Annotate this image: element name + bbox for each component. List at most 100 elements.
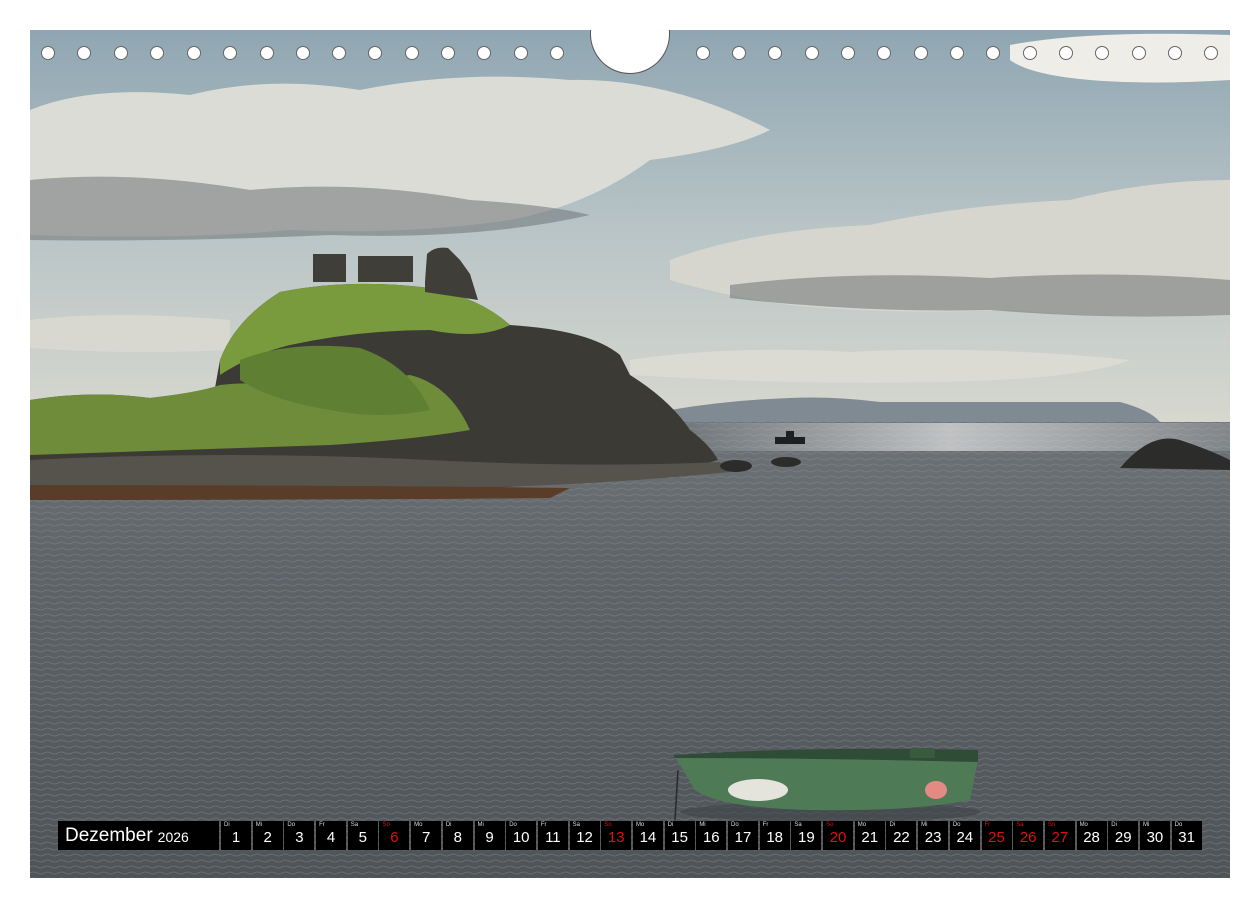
day-number: 29 <box>1114 829 1132 846</box>
day-number: 15 <box>671 829 688 846</box>
weekday-label: So <box>1047 822 1056 828</box>
weekday-label: Fr <box>540 822 547 828</box>
weekday-label: Di <box>1111 822 1117 828</box>
weekday-label: Do <box>509 822 517 828</box>
day-number: 20 <box>829 829 847 846</box>
day-cell: Di 22 <box>886 821 917 850</box>
weekday-label: Mi <box>477 822 484 828</box>
day-cell: Mi 23 <box>918 821 949 850</box>
day-cell: Do 10 <box>506 821 537 850</box>
day-number: 9 <box>485 829 494 846</box>
day-number: 25 <box>988 829 1005 846</box>
weekday-label: Do <box>731 822 739 828</box>
weekday-label: Di <box>224 822 230 828</box>
weekday-label: Mo <box>414 822 423 828</box>
day-number: 27 <box>1051 829 1069 846</box>
day-cell: So 20 <box>823 821 854 850</box>
weekday-label: Do <box>952 822 961 828</box>
day-number: 7 <box>421 829 431 846</box>
day-cell: Di 8 <box>442 821 473 850</box>
rowing-boat <box>674 748 980 822</box>
day-cell: So 6 <box>379 821 410 850</box>
day-number: 3 <box>295 829 304 846</box>
day-cell: Mo 21 <box>854 821 885 850</box>
day-number: 8 <box>453 829 462 846</box>
day-number: 12 <box>576 829 593 846</box>
day-cells: Di 1 Mi 2 Do 3 Fr 4 Sa 5 So 6 Mo 7 Di 8 Mi 9 Do 10 Fr 11 Sa 12 S… <box>221 821 1203 850</box>
month-name: Dezember <box>65 824 153 846</box>
day-number: 2 <box>263 829 272 846</box>
day-cell: Do 3 <box>284 821 315 850</box>
day-cell: Mo 7 <box>411 821 442 850</box>
day-number: 5 <box>358 829 367 846</box>
weekday-label: Di <box>889 822 896 828</box>
day-number: 19 <box>798 829 815 846</box>
weekday-label: So <box>604 822 612 828</box>
weekday-label: Sa <box>794 822 802 828</box>
day-number: 18 <box>766 829 784 846</box>
day-cell: So 13 <box>601 821 632 850</box>
day-number: 13 <box>607 829 625 846</box>
weekday-label: So <box>382 822 390 828</box>
day-cell: Mi 30 <box>1139 821 1170 850</box>
day-cell: Mo 14 <box>632 821 663 850</box>
weekday-label: Fr <box>762 822 769 828</box>
day-number: 11 <box>545 829 561 846</box>
day-cell: Fr 18 <box>759 821 790 850</box>
day-cell: Mo 28 <box>1076 821 1107 850</box>
day-cell: Do 24 <box>949 821 980 850</box>
day-cell: Sa 12 <box>569 821 600 850</box>
day-number: 26 <box>1019 829 1037 846</box>
weekday-label: Mi <box>1142 822 1150 828</box>
day-number: 22 <box>893 829 910 846</box>
weekday-label: Fr <box>984 822 991 828</box>
day-number: 21 <box>861 829 879 846</box>
day-cell: Sa 5 <box>347 821 378 850</box>
month-label: Dezember 2026 <box>58 821 219 850</box>
day-cell: Mi 16 <box>696 821 727 850</box>
day-number: 10 <box>512 829 530 846</box>
day-cell: Sa 19 <box>791 821 822 850</box>
day-cell: Sa 26 <box>1013 821 1044 850</box>
day-number: 16 <box>702 829 720 846</box>
weekday-label: Mo <box>635 822 645 828</box>
weekday-label: Do <box>1174 822 1183 828</box>
day-cell: Di 29 <box>1108 821 1139 850</box>
day-cell: Di 15 <box>664 821 695 850</box>
day-cell: Fr 4 <box>316 821 347 850</box>
day-number: 30 <box>1146 829 1164 846</box>
day-number: 17 <box>734 829 752 846</box>
weekday-label: Do <box>287 822 296 828</box>
weekday-label: Di <box>667 822 674 828</box>
weekday-label: Mi <box>699 822 706 828</box>
day-number: 28 <box>1083 829 1100 846</box>
calendar-photo <box>30 30 1230 878</box>
weekday-label: Fr <box>319 822 325 828</box>
day-number: 24 <box>956 829 974 846</box>
weekday-label: Mo <box>1079 822 1088 828</box>
day-number: 1 <box>231 829 241 846</box>
weekday-label: Sa <box>1016 822 1024 828</box>
year: 2026 <box>157 829 189 845</box>
weekday-label: Mo <box>857 822 867 828</box>
day-cell: Fr 11 <box>537 821 568 850</box>
day-cell: So 27 <box>1044 821 1075 850</box>
day-number: 14 <box>639 829 657 846</box>
weekday-label: Di <box>445 822 452 828</box>
weekday-label: Sa <box>350 822 359 828</box>
weekday-label: Mi <box>255 822 263 828</box>
day-cell: Fr 25 <box>981 821 1012 850</box>
day-cell: Di 1 <box>221 821 251 850</box>
day-cell: Mi 2 <box>252 821 283 850</box>
calendar-strip: Dezember 2026 Di 1 Mi 2 Do 3 Fr 4 Sa 5 So 6 Mo 7 Di 8 Mi… <box>58 821 1203 850</box>
day-number: 31 <box>1178 829 1195 846</box>
day-number: 23 <box>924 829 942 846</box>
weekday-label: Mi <box>921 822 928 828</box>
weekday-label: So <box>826 822 834 828</box>
weekday-label: Sa <box>572 822 580 828</box>
day-number: 4 <box>326 829 336 846</box>
day-cell: Do 31 <box>1171 821 1202 850</box>
day-number: 6 <box>390 829 399 846</box>
day-cell: Mi 9 <box>474 821 505 850</box>
day-cell: Do 17 <box>728 821 758 850</box>
